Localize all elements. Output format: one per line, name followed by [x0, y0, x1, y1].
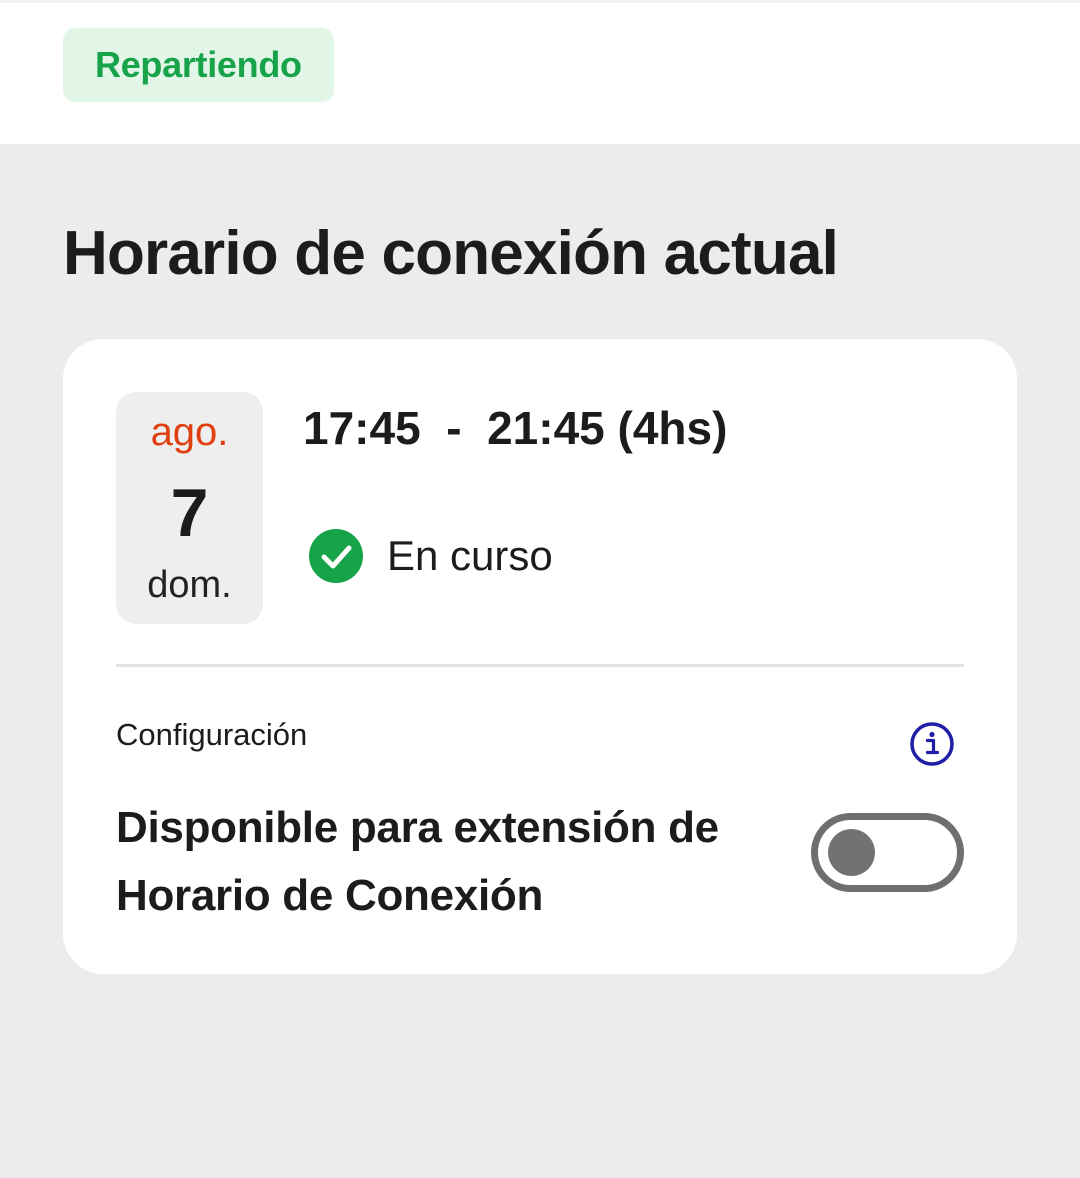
- toggle-knob: [828, 829, 875, 876]
- connection-schedule-card: ago. 7 dom. 17:45 - 21:45 (4hs) En curso…: [63, 339, 1017, 974]
- shift-status-label: En curso: [387, 532, 553, 579]
- date-day: 7: [170, 475, 209, 551]
- info-icon[interactable]: [909, 721, 955, 767]
- page-title: Horario de conexión actual: [63, 219, 839, 288]
- date-box: ago. 7 dom.: [116, 392, 263, 624]
- divider: [116, 664, 964, 667]
- date-weekday: dom.: [147, 564, 232, 606]
- top-bar: Repartiendo: [0, 0, 1080, 144]
- date-month: ago.: [150, 410, 229, 454]
- status-badge: Repartiendo: [63, 28, 334, 102]
- config-label: Configuración: [116, 717, 308, 752]
- extension-toggle[interactable]: [811, 813, 964, 892]
- time-range: 17:45 - 21:45 (4hs): [303, 402, 728, 454]
- shift-status: En curso: [309, 529, 553, 583]
- extension-toggle-label: Disponible para extensión de Horario de …: [116, 803, 719, 920]
- check-circle-icon: [309, 529, 363, 583]
